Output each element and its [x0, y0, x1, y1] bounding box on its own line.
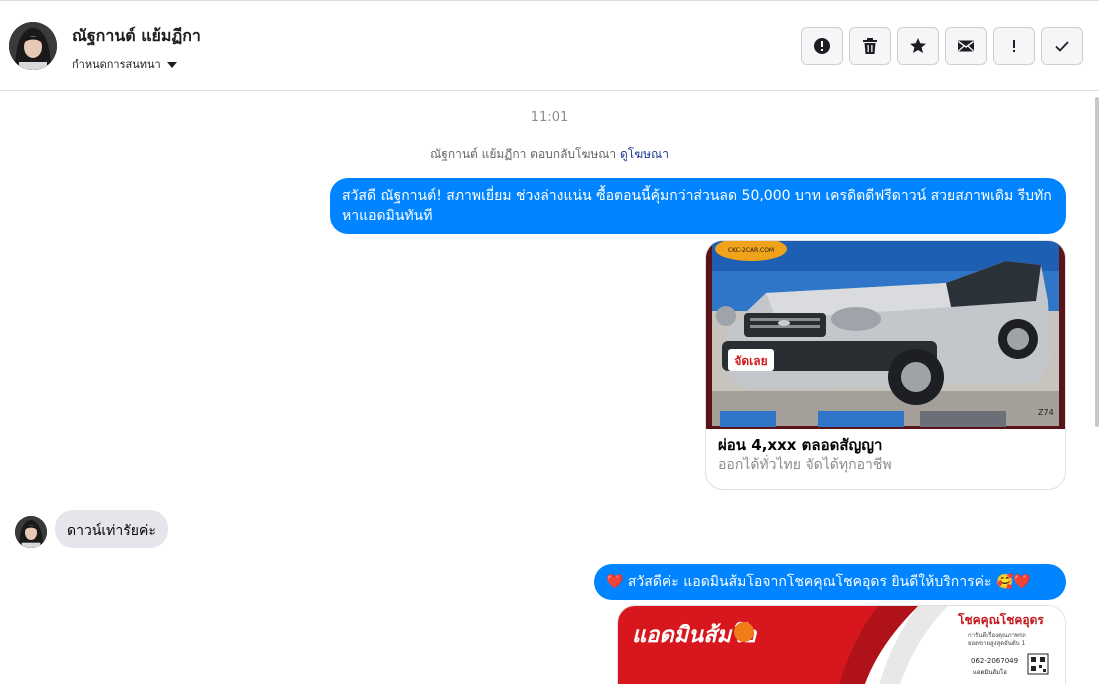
view-ad-link[interactable]: ดูโฆษณา — [620, 147, 669, 161]
promo-shop-line2: ยอดขายสูงสุดอันดับ 1 — [968, 640, 1025, 647]
ad-image-badge: CKC-2CAR.COM — [728, 247, 774, 254]
ad-image-tag: จัดเลย — [734, 354, 767, 368]
delete-button[interactable] — [849, 27, 891, 65]
conversation-panel: ณัฐกานต์ แย้มฏีกา กำหนดการสนทนา 11:01 ณั… — [0, 0, 1099, 684]
envelope-icon — [958, 40, 974, 52]
contact-name: ณัฐกานต์ แย้มฏีกา — [72, 26, 201, 45]
check-icon — [1055, 41, 1069, 52]
thread-scrollbar[interactable] — [1095, 97, 1099, 427]
promo-image: แอดมินส้มโอ โชคคุณโชคอุดร การันตีเรื่องค… — [618, 606, 1065, 684]
ad-card[interactable]: CKC-2CAR.COM จัดเลย Z74 ผ่อน 4,xxx ตลอดส… — [705, 240, 1066, 490]
ad-reply-text: ณัฐกานต์ แย้มฏีกา ตอบกลับโฆษณา — [430, 147, 617, 161]
promo-phone: 062-2067049 — [971, 657, 1018, 665]
ad-card-subtitle: ออกได้ทั่วไทย จัดได้ทุกอาชีพ — [718, 457, 892, 473]
ad-reply-notice: ณัฐกานต์ แย้มฏีกา ตอบกลับโฆษณา ดูโฆษณา — [0, 145, 1099, 164]
contact-avatar-small[interactable] — [15, 516, 47, 548]
outgoing-message: สวัสดี ณัฐกานต์! สภาพเยี่ยม ช่วงล่างแน่น… — [330, 178, 1066, 234]
contact-avatar[interactable] — [9, 22, 57, 70]
exclamation-icon — [1013, 40, 1015, 52]
done-button[interactable] — [1041, 27, 1083, 65]
ad-car-image: CKC-2CAR.COM จัดเลย Z74 — [706, 241, 1065, 429]
outgoing-message: ❤️ สวัสดีค่ะ แอดมินส้มโอจากโชคคุณโชคอุดร… — [594, 564, 1066, 600]
message-timestamp: 11:01 — [530, 110, 569, 125]
caret-down-icon — [166, 61, 177, 68]
conversation-header: ณัฐกานต์ แย้มฏีกา กำหนดการสนทนา — [0, 1, 1099, 91]
promo-shop-name: โชคคุณโชคอุดร — [957, 612, 1044, 628]
promo-handle: แอดมินส้มโอ — [973, 668, 1007, 676]
star-button[interactable] — [897, 27, 939, 65]
promo-card[interactable]: แอดมินส้มโอ โชคคุณโชคอุดร การันตีเรื่องค… — [617, 605, 1066, 684]
header-actions — [801, 27, 1083, 65]
ad-image-code: Z74 — [1038, 408, 1054, 417]
trash-icon — [863, 38, 877, 54]
star-icon — [910, 38, 926, 53]
promo-shop-line1: การันตีเรื่องคุณภาพรถ — [968, 631, 1026, 639]
assign-label: กำหนดการสนทนา — [72, 58, 161, 71]
report-button[interactable] — [801, 27, 843, 65]
important-button[interactable] — [993, 27, 1035, 65]
alert-circle-icon — [814, 38, 830, 54]
incoming-message: ดาวน์เท่ารัยค่ะ — [55, 510, 168, 548]
assign-conversation-dropdown[interactable]: กำหนดการสนทนา — [72, 55, 177, 73]
mark-unread-button[interactable] — [945, 27, 987, 65]
